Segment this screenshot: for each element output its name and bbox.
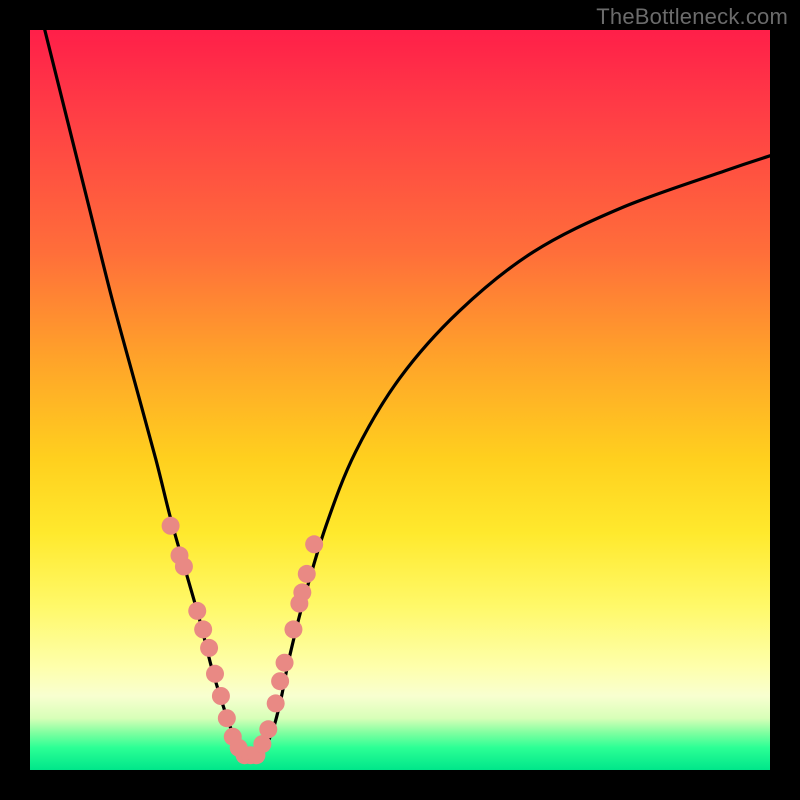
chart-frame: TheBottleneck.com	[0, 0, 800, 800]
marker-point	[276, 654, 294, 672]
marker-point	[284, 620, 302, 638]
marker-point	[298, 565, 316, 583]
marker-point	[218, 709, 236, 727]
marker-point	[212, 687, 230, 705]
marker-point	[271, 672, 289, 690]
marker-point	[162, 517, 180, 535]
marker-point	[259, 720, 277, 738]
marker-point	[206, 665, 224, 683]
marker-point	[194, 620, 212, 638]
marker-point	[305, 535, 323, 553]
marker-point	[188, 602, 206, 620]
marker-group	[162, 517, 324, 764]
curve-overlay	[30, 30, 770, 770]
marker-point	[267, 694, 285, 712]
marker-point	[200, 639, 218, 657]
watermark-text: TheBottleneck.com	[596, 4, 788, 30]
marker-point	[175, 558, 193, 576]
bottleneck-curve	[45, 30, 770, 759]
marker-point	[293, 583, 311, 601]
